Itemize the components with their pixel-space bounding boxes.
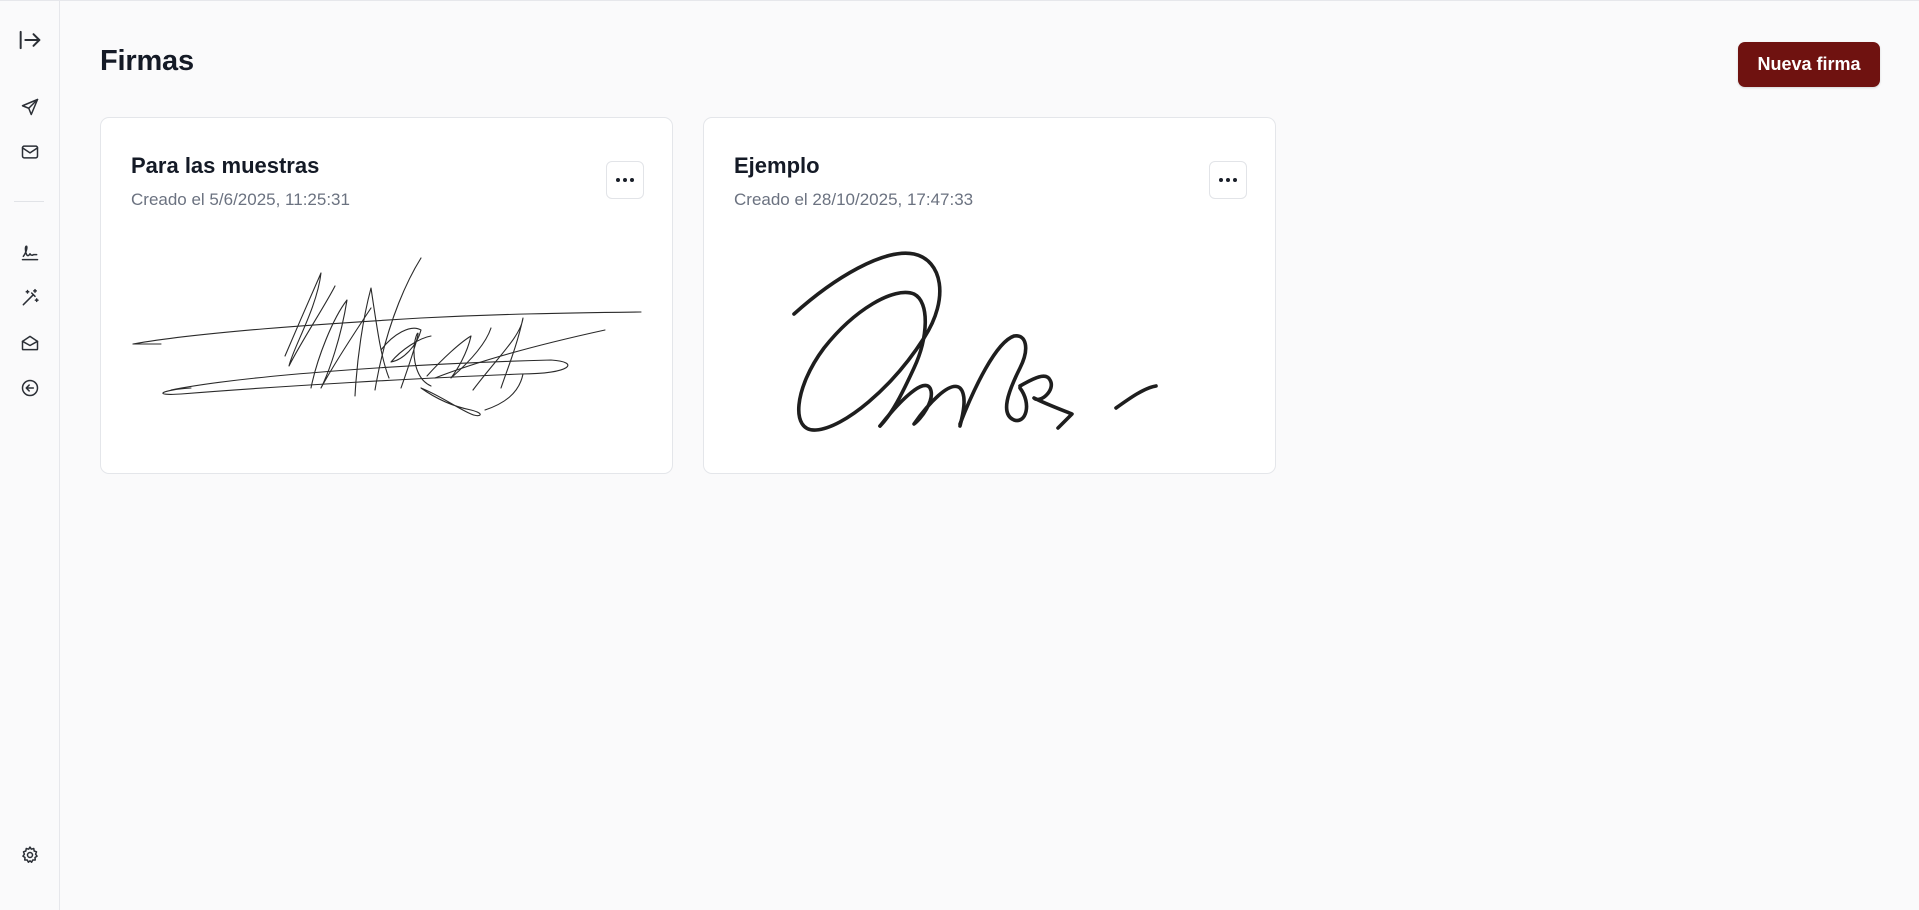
circle-arrow-left-icon	[21, 379, 39, 397]
arrow-right-to-line-icon	[19, 30, 41, 50]
signature-title: Ejemplo	[734, 153, 820, 178]
signature-title: Para las muestras	[131, 153, 320, 178]
mail-icon	[21, 145, 39, 159]
more-horizontal-icon	[616, 178, 634, 182]
app-root: Firmas Nueva firma Para las muestras Cre…	[0, 0, 1919, 910]
signature-created-date: Creado el 5/6/2025, 11:25:31	[131, 190, 350, 209]
signature-card[interactable]: Para las muestras Creado el 5/6/2025, 11…	[100, 117, 673, 474]
signature-menu-button[interactable]	[606, 161, 644, 199]
signature-image	[792, 251, 1158, 432]
signature-menu-button[interactable]	[1209, 161, 1247, 199]
page-title: Firmas	[100, 45, 194, 77]
sidebar	[0, 1, 60, 910]
signature-created-date: Creado el 28/10/2025, 17:47:33	[734, 190, 974, 209]
sidebar-divider	[14, 201, 44, 202]
sidebar-item-send[interactable]	[14, 91, 46, 123]
signature-icon	[21, 245, 39, 261]
sidebar-item-settings[interactable]	[14, 839, 46, 871]
sidebar-toggle-button[interactable]	[14, 24, 46, 56]
new-signature-button[interactable]: Nueva firma	[1738, 42, 1880, 87]
sidebar-item-mail[interactable]	[14, 136, 46, 168]
sidebar-item-back[interactable]	[14, 372, 46, 404]
signature-card[interactable]: Ejemplo Creado el 28/10/2025, 17:47:33	[703, 117, 1276, 474]
more-horizontal-icon	[1219, 178, 1237, 182]
sidebar-item-signatures[interactable]	[14, 237, 46, 269]
magic-wand-icon	[22, 288, 39, 306]
sidebar-item-magic[interactable]	[14, 282, 46, 314]
send-icon	[21, 98, 39, 116]
mail-open-icon	[21, 335, 39, 351]
sidebar-item-mail-open[interactable]	[14, 327, 46, 359]
gear-icon	[22, 846, 38, 863]
signature-image	[132, 257, 642, 417]
